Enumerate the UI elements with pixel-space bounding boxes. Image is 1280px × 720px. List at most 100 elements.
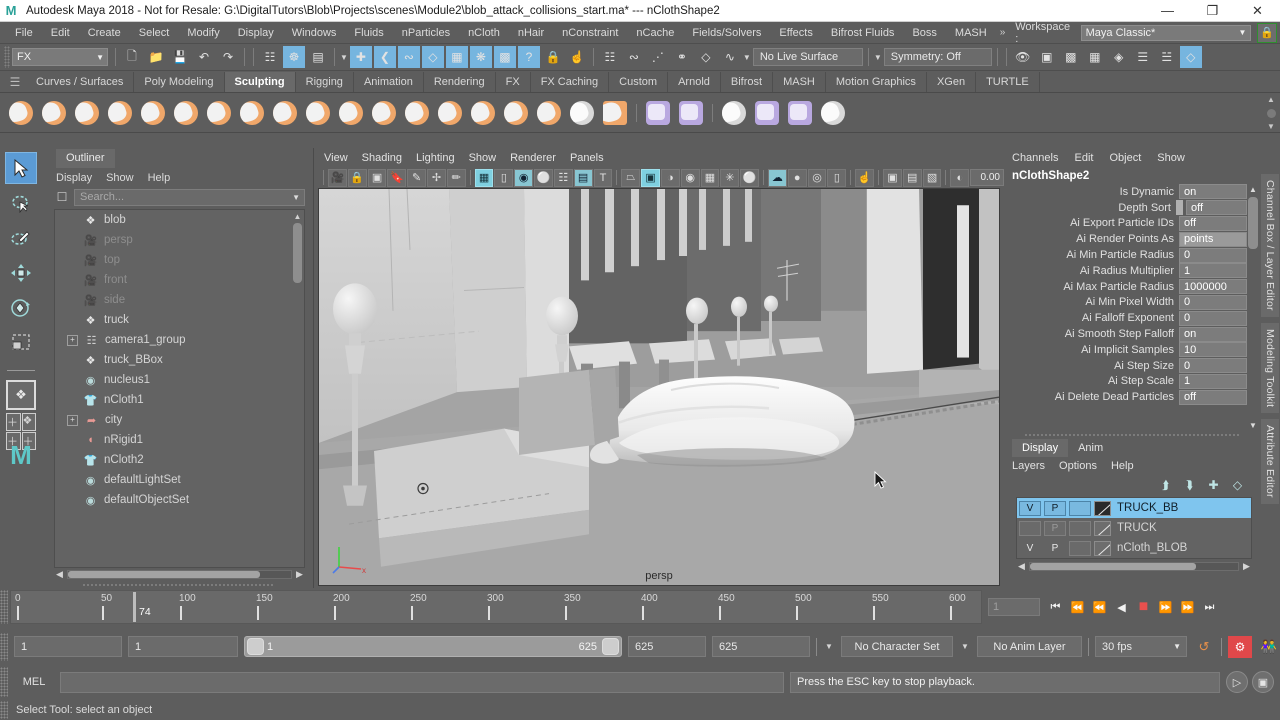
attribute-row[interactable]: Ai Radius Multiplier 1 — [1004, 263, 1247, 279]
bookmark-icon[interactable]: 🔖 — [387, 168, 407, 187]
statusline-grip[interactable] — [4, 46, 10, 68]
channel-box-attribute-list[interactable]: Is Dynamic on Depth Sort off Ai Export P… — [1004, 184, 1260, 431]
current-frame-field[interactable]: 1 — [988, 598, 1040, 616]
maximize-button[interactable]: ❐ — [1190, 0, 1235, 22]
single-perspective-layout-button[interactable]: ❖ — [6, 380, 36, 410]
layer-visibility-toggle[interactable]: V — [1019, 541, 1041, 556]
range-start-time-field[interactable]: 1 — [128, 636, 238, 657]
viewport-menu-lighting[interactable]: Lighting — [416, 152, 455, 164]
scroll-left-icon[interactable]: ◀ — [1016, 561, 1027, 572]
step-back-key-button[interactable]: ⏪ — [1090, 596, 1109, 618]
script-editor-icon[interactable]: ▷ — [1226, 671, 1248, 693]
menu-ncache[interactable]: nCache — [627, 22, 683, 44]
menu-nhair[interactable]: nHair — [509, 22, 553, 44]
irender-icon[interactable]: ▣ — [1036, 46, 1058, 68]
list-item[interactable]: ❖ blob — [55, 210, 304, 230]
texture-icon[interactable]: ☁ — [768, 168, 787, 187]
outliner-search-input[interactable]: Search... ▼ — [74, 188, 305, 206]
layer-menu-options[interactable]: Options — [1059, 460, 1097, 472]
scroll-up-icon[interactable]: ▲ — [1247, 184, 1259, 195]
scroll-left-icon[interactable]: ◀ — [54, 569, 65, 580]
workspace-lock-button[interactable]: 🔒 — [1257, 22, 1277, 43]
rotate-tool-button[interactable] — [5, 292, 37, 324]
shelf-tab-sculpting[interactable]: Sculpting — [224, 72, 296, 92]
isolate-select-icon[interactable]: ☝ — [855, 168, 875, 187]
shelf-tab-fx-caching[interactable]: FX Caching — [530, 72, 610, 92]
two-d-pan-zoom-icon[interactable]: ✢ — [427, 168, 446, 187]
cb-menu-show[interactable]: Show — [1157, 152, 1185, 164]
layer-name[interactable]: TRUCK_BB — [1114, 502, 1178, 514]
four-view-layout-button[interactable]: ＋ ❖ ＋ ＋ — [6, 413, 36, 450]
playblast-icon[interactable]: ▣ — [1252, 671, 1274, 693]
shelf-tab-animation[interactable]: Animation — [353, 72, 424, 92]
layer-horizontal-scrollbar[interactable]: ◀ ▶ — [1016, 560, 1252, 573]
stop-playback-button[interactable]: ■ — [1134, 596, 1153, 618]
tab-anim-layers[interactable]: Anim — [1068, 439, 1113, 457]
shelf-tab-motion-graphics[interactable]: Motion Graphics — [825, 72, 927, 92]
attribute-value[interactable]: 0 — [1179, 247, 1247, 263]
workspace-selector[interactable]: Maya Classic* ▼ — [1080, 24, 1252, 41]
layer-row[interactable]: P TRUCK — [1017, 518, 1251, 538]
shelf-scroll-down-icon[interactable]: ▼ — [1267, 122, 1275, 131]
close-button[interactable]: ✕ — [1235, 0, 1280, 22]
menu-nconstraint[interactable]: nConstraint — [553, 22, 627, 44]
character-set-field[interactable]: No Character Set — [841, 636, 953, 657]
image-plane-icon[interactable]: ✎ — [407, 168, 427, 187]
exposure-value[interactable]: 0.00 — [970, 169, 1004, 186]
list-item[interactable]: 🎥 side — [55, 290, 304, 310]
attribute-value[interactable]: on — [1179, 326, 1247, 342]
step-back-frame-button[interactable]: ⏪ — [1068, 596, 1087, 618]
shelf-tab-rigging[interactable]: Rigging — [295, 72, 354, 92]
snap-uv-icon[interactable]: ∿ — [719, 46, 741, 68]
channel-box-scrollbar[interactable]: ▲ ▼ — [1247, 184, 1259, 431]
shelf-tab-fx[interactable]: FX — [495, 72, 531, 92]
outliner-editor-icon[interactable]: ☰ — [1132, 46, 1154, 68]
attribute-value[interactable]: on — [1179, 184, 1247, 200]
attribute-value[interactable]: 0 — [1179, 310, 1247, 326]
anim-layer-field[interactable]: No Anim Layer — [977, 636, 1082, 657]
minimize-button[interactable]: — — [1145, 0, 1190, 22]
smooth-tool-icon[interactable] — [39, 98, 69, 128]
outliner-vertical-scrollbar[interactable]: ▲ — [292, 211, 303, 566]
help-mask-icon[interactable]: ? — [517, 46, 540, 68]
lock-selection-icon[interactable]: 🔒 — [542, 46, 564, 68]
attribute-value[interactable]: 1000000 — [1179, 279, 1247, 295]
ipr-render-icon[interactable]: ▩ — [1060, 46, 1082, 68]
layer-name[interactable]: TRUCK — [1114, 522, 1157, 534]
go-to-end-button[interactable]: ⏭ — [1200, 596, 1219, 618]
shelf-options-icon[interactable] — [1266, 108, 1276, 118]
snap-grid-icon[interactable]: ☷ — [599, 46, 621, 68]
screen-space-ao-icon[interactable]: ▯ — [827, 168, 847, 187]
range-end-time-field[interactable]: 625 — [628, 636, 706, 657]
viewport-menu-renderer[interactable]: Renderer — [510, 152, 556, 164]
symmetry-overflow-icon[interactable]: ▼ — [874, 53, 882, 62]
scroll-thumb[interactable] — [68, 571, 260, 578]
menu-select[interactable]: Select — [130, 22, 179, 44]
character-set-dropdown-icon[interactable]: ▼ — [823, 642, 835, 651]
attribute-row[interactable]: Ai Export Particle IDs off — [1004, 215, 1247, 232]
current-time-indicator[interactable] — [133, 592, 136, 622]
snap-curve-icon[interactable]: ∾ — [623, 46, 645, 68]
menu-effects[interactable]: Effects — [770, 22, 821, 44]
attribute-row[interactable]: Ai Min Particle Radius 0 — [1004, 247, 1247, 263]
attribute-row[interactable]: Depth Sort off — [1004, 200, 1247, 216]
attribute-value[interactable]: off — [1179, 215, 1247, 231]
dynamics-mask-icon[interactable]: ▦ — [445, 46, 468, 68]
step-forward-key-button[interactable]: ⏩ — [1156, 596, 1175, 618]
viewport-menu-shading[interactable]: Shading — [362, 152, 402, 164]
misc-mask-icon[interactable]: ▩ — [493, 46, 516, 68]
layer-visibility-toggle[interactable] — [1019, 520, 1041, 536]
attribute-value[interactable]: 0 — [1179, 358, 1247, 374]
amplify-tool-icon[interactable] — [534, 98, 564, 128]
transfer-shading-icon[interactable] — [752, 98, 782, 128]
redo-icon[interactable]: ↷ — [217, 46, 239, 68]
wax-tool-icon[interactable] — [336, 98, 366, 128]
perspective-viewport[interactable]: x persp — [318, 188, 1000, 586]
mask-overflow-icon[interactable]: ▼ — [340, 53, 348, 62]
attribute-value[interactable]: 10 — [1179, 342, 1247, 358]
pinch-tool-icon[interactable] — [138, 98, 168, 128]
layer-display-type-toggle[interactable] — [1069, 540, 1091, 556]
highlight-selection-icon[interactable]: ☝ — [566, 46, 588, 68]
shelf-tab-poly-modeling[interactable]: Poly Modeling — [134, 72, 225, 92]
render-settings-icon[interactable]: ▦ — [1084, 46, 1106, 68]
